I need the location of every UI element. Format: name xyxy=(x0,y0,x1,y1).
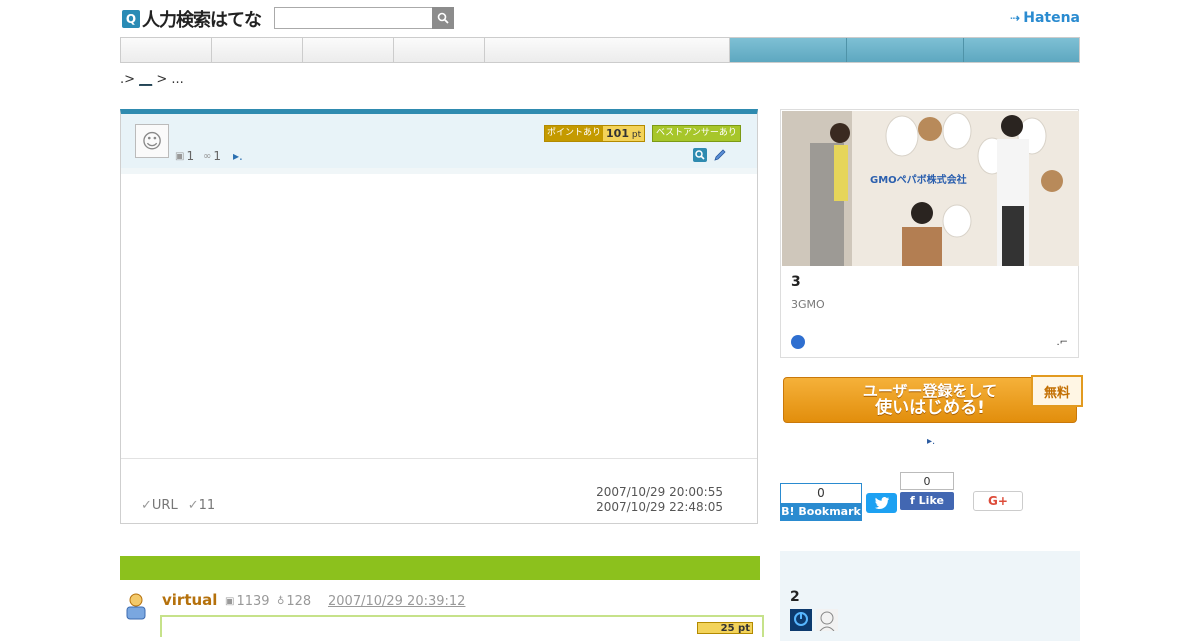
gnav-item-6[interactable] xyxy=(730,38,848,62)
ad-publisher-icon xyxy=(791,335,805,349)
facebook-like-count: 0 xyxy=(900,472,954,490)
check-count: ✓11 xyxy=(187,498,216,513)
question-icon: ▣ xyxy=(175,150,185,162)
profile-link[interactable]: ▸. xyxy=(233,149,243,163)
facebook-like-label: f Like xyxy=(900,492,954,510)
gnav-item-5[interactable] xyxy=(485,38,731,62)
point-badge-label: ポイントあり xyxy=(545,126,604,141)
ad-title: 3 xyxy=(791,274,801,290)
answer-bubble-icon: ▣ xyxy=(225,596,235,607)
side-panel: 2 xyxy=(780,551,1080,641)
question-dates: 2007/10/29 20:00:55 2007/10/29 22:48:05 xyxy=(596,485,723,515)
search-input[interactable] xyxy=(274,7,436,29)
breadcrumb: .> __ > ... xyxy=(120,72,184,87)
ad-photo: GMOペパボ株式会社 xyxy=(782,111,1079,266)
created-date: 2007/10/29 20:00:55 xyxy=(596,485,723,499)
answer-section-bar xyxy=(120,556,760,580)
answer-content-box xyxy=(160,615,764,637)
free-tag: 無料 xyxy=(1031,375,1083,407)
question-header: ☺ ▣ 1 ∞ 1 ▸. ポイントあり 101 pt ベストアンサーあり xyxy=(121,114,757,174)
google-plus-button[interactable]: G+ xyxy=(973,491,1023,511)
answer-points-badge: 25 pt xyxy=(697,622,753,634)
user-avatar-2[interactable] xyxy=(816,609,838,631)
user-avatar-1[interactable] xyxy=(790,609,812,631)
hatena-bookmark-button[interactable]: 0 B! Bookmark xyxy=(780,483,862,521)
answerer-name[interactable]: virtual xyxy=(162,591,217,609)
closed-date: 2007/10/29 22:48:05 xyxy=(596,500,723,514)
questioner-avatar[interactable]: ☺ xyxy=(135,124,169,158)
site-logo[interactable]: Q 人力検索はてな xyxy=(122,8,262,31)
sidebar-ad[interactable]: GMOペパボ株式会社 3 3GMO .⌐ xyxy=(780,109,1079,358)
gnav-item-1[interactable] xyxy=(121,38,212,62)
check-icon: ✓ xyxy=(187,498,199,513)
point-badge-value: 101 pt xyxy=(603,126,645,141)
best-answer-badge: ベストアンサーあり xyxy=(652,125,741,142)
user-avatar-icon xyxy=(126,593,146,620)
question-box: ☺ ▣ 1 ∞ 1 ▸. ポイントあり 101 pt ベストアンサーあり ✓UR… xyxy=(120,109,758,524)
facebook-like-button[interactable]: 0 f Like xyxy=(900,472,954,511)
hatena-bookmark-label: B! Bookmark xyxy=(781,503,861,521)
question-body xyxy=(121,172,757,459)
gnav-item-7[interactable] xyxy=(847,38,965,62)
question-search-icon[interactable] xyxy=(693,148,707,162)
breadcrumb-current: > ... xyxy=(156,72,184,87)
brand-label: Hatena xyxy=(1023,10,1080,26)
hatena-bird-icon: ⇢ xyxy=(1010,11,1021,25)
answer-icon: ∞ xyxy=(203,150,212,162)
breadcrumb-sep: .> xyxy=(120,72,136,87)
best-medal-icon: ♁ xyxy=(277,596,285,607)
hatena-bookmark-count: 0 xyxy=(781,484,861,503)
question-count: ▣ 1 xyxy=(175,149,195,163)
search-button[interactable] xyxy=(432,7,454,29)
ad-subtitle: 3GMO xyxy=(791,298,825,311)
side-panel-title: 2 xyxy=(790,589,800,605)
answer-date[interactable]: 2007/10/29 20:39:12 xyxy=(328,594,465,609)
ad-corner-mark: .⌐ xyxy=(1056,337,1068,348)
breadcrumb-link[interactable]: __ xyxy=(139,72,152,87)
answerer-answer-count: ▣ 1139 xyxy=(225,594,270,609)
hatena-q-icon: Q xyxy=(122,10,140,28)
svg-text:GMOペパボ株式会社: GMOペパボ株式会社 xyxy=(870,173,967,186)
edit-pencil-icon[interactable] xyxy=(713,148,727,162)
answerer-best-count: ♁ 128 xyxy=(277,594,312,609)
gnav-item-8[interactable] xyxy=(964,38,1079,62)
logo-text: 人力検索はてな xyxy=(142,10,262,31)
hatena-brand-link[interactable]: ⇢ Hatena xyxy=(1010,10,1080,26)
twitter-button[interactable] xyxy=(866,493,897,513)
question-meta: ✓URL ✓11 xyxy=(141,498,215,513)
search-icon xyxy=(437,12,449,24)
gnav-item-2[interactable] xyxy=(212,38,303,62)
global-nav xyxy=(120,37,1080,63)
url-check: ✓URL xyxy=(141,498,178,513)
answerer-avatar[interactable] xyxy=(124,592,148,620)
gnav-item-4[interactable] xyxy=(394,38,485,62)
facebook-icon: f xyxy=(910,494,919,507)
check-icon: ✓ xyxy=(141,498,152,513)
ad-photo-image: GMOペパボ株式会社 xyxy=(782,111,1079,266)
twitter-bird-icon xyxy=(874,497,889,509)
point-badge: ポイントあり 101 pt xyxy=(544,125,646,142)
register-more-link[interactable]: ▸. xyxy=(927,436,935,447)
gnav-item-3[interactable] xyxy=(303,38,394,62)
answer-count: ∞ 1 xyxy=(203,149,221,163)
